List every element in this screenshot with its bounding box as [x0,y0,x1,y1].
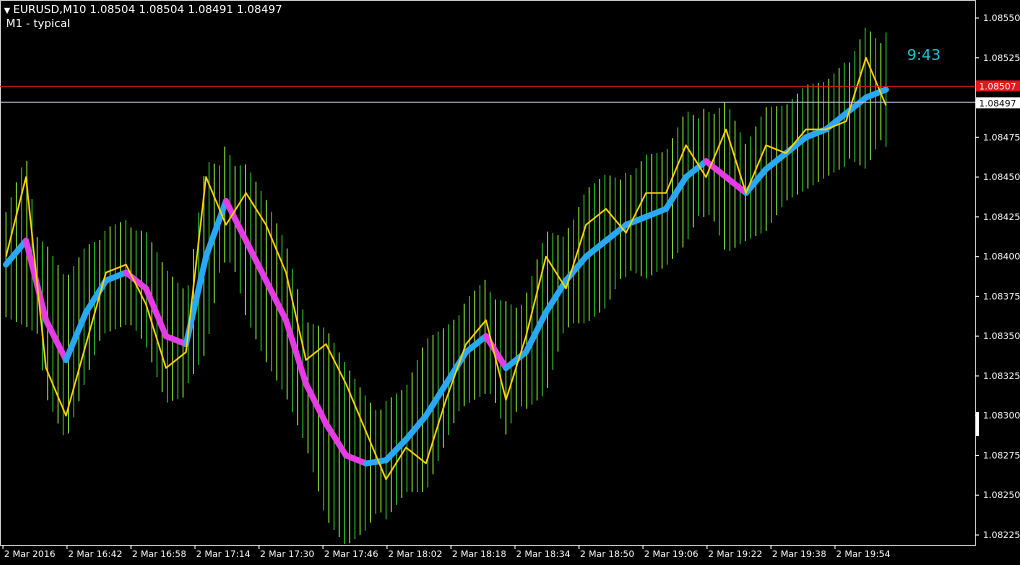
ma-segment [23,237,49,324]
price-tick-label: 1.08300 [983,412,1020,422]
price-tick-label: 1.08425 [983,213,1020,223]
price-tick-label: 1.08550 [983,14,1020,24]
price-tick-label: 1.08250 [983,491,1020,501]
symbol-ohlc-text: EURUSD,M10 1.08504 1.08504 1.08491 1.084… [13,3,283,16]
price-tick-label: 1.08525 [983,54,1020,64]
time-tick-label: 2 Mar 17:30 [260,550,315,560]
ask-price-label: 1.08507 [979,82,1016,92]
indicator-name: M1 - typical [6,17,71,30]
price-tick-label: 1.08400 [983,253,1020,263]
scroll-marker [976,412,979,436]
time-tick-label: 2 Mar 16:42 [68,550,122,560]
price-tick-label: 1.08350 [983,332,1020,342]
price-chart[interactable]: 1.08550 1.08525 1.08497 1.08475 1.08450 1.084… [0,0,1020,565]
price-line [5,57,887,481]
ma-segment [343,452,369,467]
price-tick-label: 1.08225 [983,531,1020,541]
ma-segment [303,380,329,427]
time-tick-label: 2 Mar 18:18 [452,550,507,560]
time-tick-label: 2 Mar 19:22 [708,550,762,560]
ma-segment [603,221,629,244]
candle-timer: 9:43 [907,46,941,64]
chart-header: ▼ EURUSD,M10 1.08504 1.08504 1.08491 1.08… [4,3,282,16]
price-tick-label: 1.08325 [983,372,1020,382]
ma-segment [643,205,669,220]
time-tick-label: 2 Mar 19:06 [644,550,699,560]
time-tick-label: 2 Mar 17:14 [196,550,251,560]
price-tick-label: 1.08375 [983,292,1020,302]
time-tick-label: 2 Mar 19:54 [836,550,891,560]
ma-segment [623,213,649,228]
price-tick-label: 1.08275 [983,451,1020,461]
time-tick-label: 2 Mar 18:34 [516,550,571,560]
time-tick-label: 2 Mar 18:50 [580,550,635,560]
ma-segment [363,457,389,467]
ma-segment [763,150,789,173]
time-tick-label: 2 Mar 19:38 [772,550,827,560]
time-tick-label: 2 Mar 2016 [4,550,56,560]
ma-segment [103,269,129,284]
ma-segment [683,158,709,181]
price-tick-label: 1.08450 [983,173,1020,183]
ma-segment [263,277,289,324]
ma-segment [383,436,409,464]
time-tick-label: 2 Mar 17:46 [324,550,379,560]
ma-segment [803,126,829,141]
time-tick-label: 2 Mar 16:58 [132,550,187,560]
dropdown-triangle-icon[interactable]: ▼ [4,6,10,15]
bid-price-label: 1.08497 [979,99,1016,109]
ma-segment [523,309,549,356]
time-tick-label: 2 Mar 18:02 [388,550,442,560]
price-tick-label: 1.08475 [983,133,1020,143]
